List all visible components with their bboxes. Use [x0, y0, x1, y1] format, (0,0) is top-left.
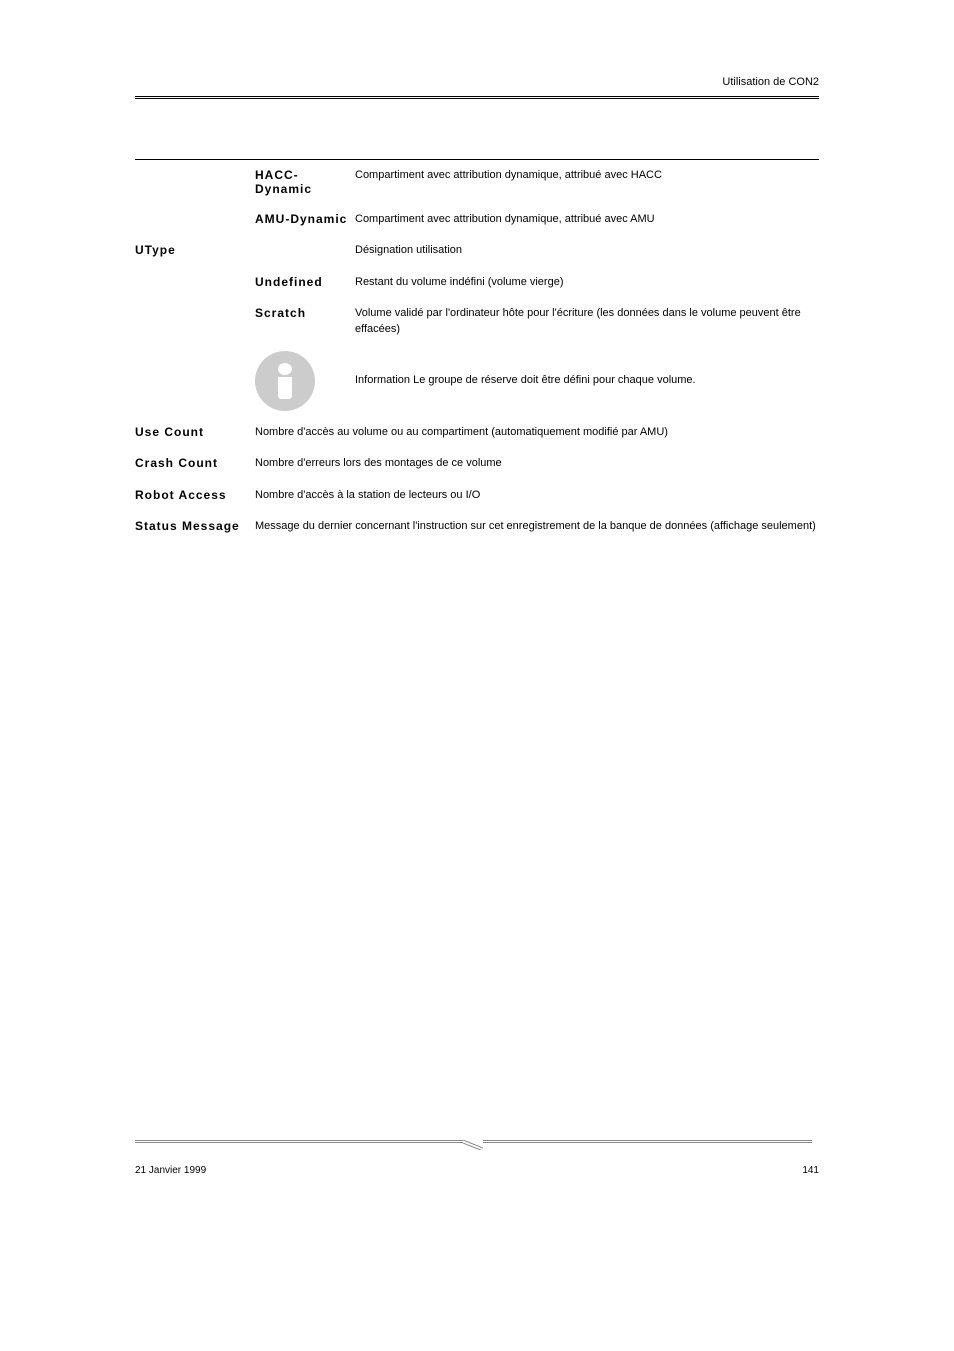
desc-text: Volume validé par l'ordinateur hôte pour… [355, 298, 819, 345]
desc-text: Compartiment avec attribution dynamique,… [355, 204, 819, 235]
field-cell [135, 204, 255, 235]
desc-text: Restant du volume indéfini (volume vierg… [355, 267, 819, 298]
sub-label [255, 235, 355, 266]
sub-label: AMU-Dynamic [255, 204, 355, 235]
field-label: UType [135, 235, 255, 266]
field-label: Status Message [135, 511, 255, 542]
desc-text: Nombre d'accès à la station de lecteurs … [255, 480, 819, 511]
sub-label: Scratch [255, 298, 355, 345]
info-icon [255, 351, 315, 411]
footer-date: 21 Janvier 1999 [135, 1165, 206, 1176]
footer-page-number: 141 [802, 1165, 819, 1176]
desc-text: Nombre d'accès au volume ou au compartim… [255, 417, 819, 448]
header-divider [135, 96, 819, 99]
sub-label: HACC-Dynamic [255, 160, 355, 205]
field-cell [135, 267, 255, 298]
page-footer: 21 Janvier 1999 141 [135, 1165, 819, 1176]
desc-text: Désignation utilisation [355, 235, 819, 266]
page-header-title: Utilisation de CON2 [135, 76, 819, 88]
desc-text: Nombre d'erreurs lors des montages de ce… [255, 448, 819, 479]
field-label: Use Count [135, 417, 255, 448]
desc-text: Compartiment avec attribution dynamique,… [355, 160, 819, 205]
field-cell [135, 298, 255, 345]
desc-text: Message du dernier concernant l'instruct… [255, 511, 819, 542]
footer-divider [135, 1133, 819, 1151]
field-cell [135, 160, 255, 205]
field-cell [135, 345, 255, 417]
sub-label: Undefined [255, 267, 355, 298]
definition-table: HACC-Dynamic Compartiment avec attributi… [135, 159, 819, 543]
field-label: Crash Count [135, 448, 255, 479]
field-label: Robot Access [135, 480, 255, 511]
info-text: Information Le groupe de réserve doit êt… [355, 345, 819, 417]
info-icon-cell [255, 345, 355, 417]
